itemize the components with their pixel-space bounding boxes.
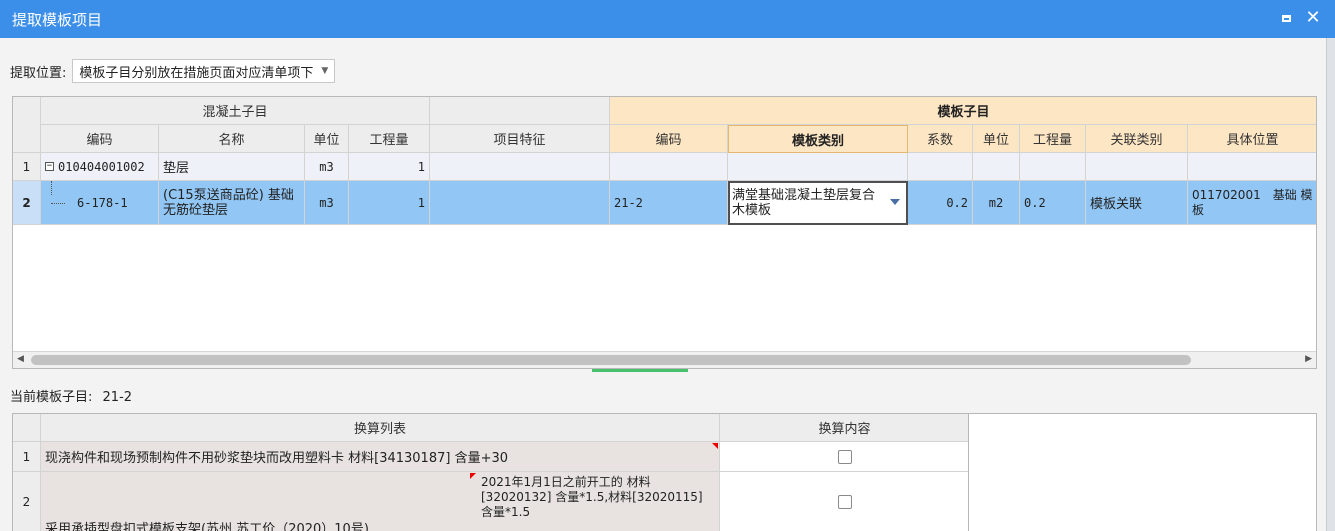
template-grid: 混凝土子目 模板子目 编码 名称 单位 工程量 项目特征 编码 模板类别 系数 … — [12, 96, 1317, 369]
conversion-grid: 换算列表 换算内容 1 现浇构件和现场预制构件不用砂浆垫块而改用塑料卡 材料[3… — [12, 413, 969, 531]
current-template-value: 21-2 — [102, 390, 133, 405]
row-number[interactable]: 2 — [13, 181, 41, 225]
template-quantity-cell[interactable]: 0.2 — [1020, 181, 1086, 225]
location-cell[interactable]: 011702001 基础 模板 — [1188, 181, 1316, 225]
template-unit-cell[interactable] — [973, 153, 1020, 181]
tree-line — [51, 203, 65, 205]
code-text: 6-178-1 — [77, 195, 128, 210]
group-header-template: 模板子目 — [610, 97, 1316, 125]
col-header-name[interactable]: 名称 — [159, 125, 305, 153]
scroll-left-icon[interactable]: ◀ — [17, 354, 24, 364]
col-header-template-code[interactable]: 编码 — [610, 125, 728, 153]
conversion-grid-empty-area — [969, 413, 1317, 531]
quantity-cell[interactable]: 1 — [349, 153, 430, 181]
col-header-coefficient[interactable]: 系数 — [908, 125, 973, 153]
col-header-unit[interactable]: 单位 — [305, 125, 349, 153]
window-title: 提取模板项目 — [12, 11, 103, 29]
scrollbar-thumb[interactable] — [31, 355, 1191, 365]
dropdown-arrow-icon[interactable] — [890, 199, 900, 205]
col-header-template-quantity[interactable]: 工程量 — [1020, 125, 1086, 153]
conversion-text: 采用承插型盘扣式模板支架(苏州 苏工价（2020）10号) — [45, 522, 369, 531]
template-quantity-cell[interactable] — [1020, 153, 1086, 181]
chevron-down-icon: ▼ — [321, 66, 329, 76]
position-select[interactable]: 模板子目分别放在措施页面对应清单项下 ▼ — [72, 59, 336, 83]
position-label: 提取位置: — [10, 65, 67, 81]
group-header-concrete: 混凝土子目 — [41, 97, 430, 125]
template-type-value: 满堂基础混凝土垫层复合木模板 — [732, 188, 876, 218]
tree-line — [51, 181, 53, 195]
current-template: 当前模板子目: 21-2 — [10, 386, 132, 405]
maximize-button[interactable] — [1275, 7, 1297, 29]
feature-cell[interactable] — [430, 181, 610, 225]
template-type-dropdown[interactable]: 满堂基础混凝土垫层复合木模板 — [728, 181, 908, 225]
association-cell[interactable] — [1086, 153, 1188, 181]
current-template-label: 当前模板子目: — [10, 390, 93, 405]
conversion-list-cell[interactable]: 现浇构件和现场预制构件不用砂浆垫块而改用塑料卡 材料[34130187] 含量+… — [41, 442, 720, 472]
col-header-conversion-content[interactable]: 换算内容 — [720, 414, 968, 442]
corner-cell — [13, 97, 41, 153]
col-header-template-type[interactable]: 模板类别 — [728, 125, 908, 153]
scroll-right-icon[interactable]: ▶ — [1305, 354, 1312, 364]
col-header-location[interactable]: 具体位置 — [1188, 125, 1316, 153]
collapse-icon[interactable]: − — [45, 162, 54, 171]
template-code-cell[interactable] — [610, 153, 728, 181]
name-cell[interactable]: (C15泵送商品砼) 基础无筋砼垫层 — [159, 181, 305, 225]
conversion-note-cell[interactable]: 2021年1月1日之前开工的 材料[32020132] 含量*1.5,材料[32… — [468, 472, 720, 531]
unit-cell[interactable]: m3 — [305, 153, 349, 181]
row-number[interactable]: 2 — [13, 472, 41, 531]
col-header-association-type[interactable]: 关联类别 — [1086, 125, 1188, 153]
position-select-value: 模板子目分别放在措施页面对应清单项下 — [79, 65, 314, 81]
unit-cell[interactable]: m3 — [305, 181, 349, 225]
conversion-note: 2021年1月1日之前开工的 材料[32020132] 含量*1.5,材料[32… — [481, 475, 703, 519]
template-code-cell[interactable]: 21-2 — [610, 181, 728, 225]
title-bar: 提取模板项目 ✕ — [0, 0, 1335, 38]
maximize-icon — [1281, 14, 1291, 22]
table-row-code-cell[interactable]: 6-178-1 — [41, 181, 159, 225]
coefficient-cell[interactable]: 0.2 — [908, 181, 973, 225]
conversion-text: 现浇构件和现场预制构件不用砂浆垫块而改用塑料卡 材料[34130187] 含量+… — [45, 451, 509, 466]
association-cell[interactable]: 模板关联 — [1086, 181, 1188, 225]
col-header-quantity[interactable]: 工程量 — [349, 125, 430, 153]
conversion-list-cell[interactable]: 采用承插型盘扣式模板支架(苏州 苏工价（2020）10号) — [41, 472, 468, 531]
location-cell[interactable] — [1188, 153, 1316, 181]
close-button[interactable]: ✕ — [1302, 7, 1324, 29]
conversion-content-cell[interactable] — [720, 442, 968, 472]
feature-cell[interactable] — [430, 153, 610, 181]
col-header-feature[interactable]: 项目特征 — [430, 125, 610, 153]
horizontal-scrollbar[interactable]: ◀ ▶ — [13, 351, 1316, 368]
name-cell[interactable]: 垫层 — [159, 153, 305, 181]
splitter-handle[interactable] — [592, 369, 688, 372]
comment-marker-icon — [712, 443, 718, 449]
conversion-content-cell[interactable] — [720, 472, 968, 531]
background-window-edge — [1326, 38, 1335, 531]
coefficient-cell[interactable] — [908, 153, 973, 181]
code-text: 010404001002 — [58, 159, 145, 174]
template-unit-cell[interactable]: m2 — [973, 181, 1020, 225]
row-number[interactable]: 1 — [13, 442, 41, 472]
position-row: 提取位置: 模板子目分别放在措施页面对应清单项下 ▼ — [10, 58, 336, 84]
conversion-checkbox[interactable] — [837, 449, 852, 464]
group-header-blank — [430, 97, 610, 125]
quantity-cell[interactable]: 1 — [349, 181, 430, 225]
row-number[interactable]: 1 — [13, 153, 41, 181]
col-header-code[interactable]: 编码 — [41, 125, 159, 153]
col-header-conversion-list[interactable]: 换算列表 — [41, 414, 720, 442]
corner-cell — [13, 414, 41, 442]
table-row-code-cell[interactable]: −010404001002 — [41, 153, 159, 181]
template-type-cell[interactable] — [728, 153, 908, 181]
comment-marker-icon — [470, 473, 476, 479]
col-header-template-unit[interactable]: 单位 — [973, 125, 1020, 153]
conversion-checkbox[interactable] — [837, 494, 852, 509]
close-icon: ✕ — [1305, 7, 1321, 28]
